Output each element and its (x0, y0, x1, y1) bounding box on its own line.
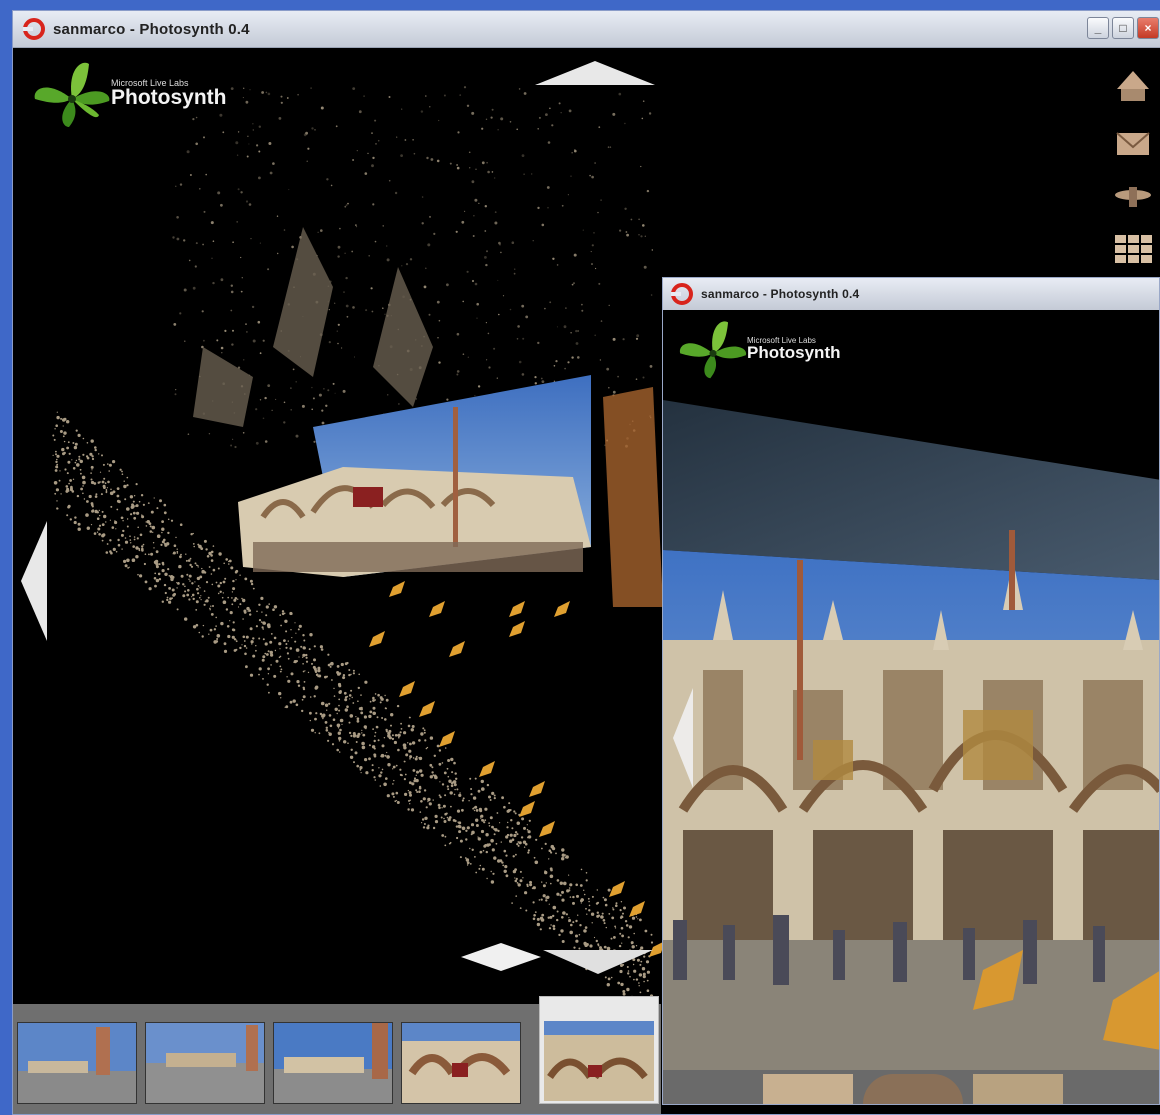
logo-name-2: Photosynth (747, 342, 841, 362)
thumbnail-5-selected[interactable] (539, 996, 659, 1104)
logo-name: Photosynth (111, 86, 227, 109)
thumbnail-2-2[interactable] (863, 1074, 963, 1104)
envelope-icon[interactable] (1113, 121, 1153, 161)
photo-canvas (663, 310, 1159, 1070)
move-left-arrow-2[interactable] (671, 688, 695, 788)
grid-view-icon[interactable] (1113, 229, 1153, 269)
second-window-title: sanmarco - Photosynth 0.4 (701, 287, 860, 301)
maximize-button[interactable]: □ (1112, 17, 1134, 39)
view-mode-toolbar (1111, 67, 1155, 269)
leaf-logo-icon-2 (679, 321, 747, 379)
second-window: sanmarco - Photosynth 0.4 Microsoft Live… (662, 277, 1160, 1105)
photosynth-logo: Microsoft Live Labs Photosynth (27, 59, 227, 129)
thumbnail-3[interactable] (273, 1022, 393, 1104)
window-controls: _ □ × (1087, 17, 1159, 39)
minimize-button[interactable]: _ (1087, 17, 1109, 39)
second-titlebar[interactable]: sanmarco - Photosynth 0.4 (663, 278, 1159, 311)
thumbnail-strip-2 (663, 1070, 1159, 1104)
thumbnail-strip (13, 996, 661, 1114)
point-cloud-canvas (52, 86, 665, 1007)
move-down-arrow[interactable] (543, 946, 653, 976)
floating-photo[interactable] (238, 375, 591, 577)
photosynth-logo-2: Microsoft Live Labs Photosynth (673, 318, 841, 380)
thumbnail-2-1[interactable] (763, 1074, 853, 1104)
close-button[interactable]: × (1137, 17, 1159, 39)
move-forward-arrow[interactable] (535, 59, 655, 89)
overhead-view-icon[interactable] (1113, 175, 1153, 215)
leaf-logo-icon (34, 62, 110, 127)
move-back-arrow[interactable] (461, 943, 541, 973)
photo-viewport[interactable] (663, 310, 1159, 1070)
thumbnail-1[interactable] (17, 1022, 137, 1104)
photosynth-app-icon-2[interactable] (671, 283, 693, 305)
main-titlebar[interactable]: sanmarco - Photosynth 0.4 _ □ × (13, 11, 1160, 48)
thumbnail-4[interactable] (401, 1022, 521, 1104)
thumbnail-2-3[interactable] (973, 1074, 1063, 1104)
move-left-arrow[interactable] (19, 521, 49, 641)
photosynth-app-icon[interactable] (23, 18, 45, 40)
thumbnail-2[interactable] (145, 1022, 265, 1104)
halo-view-icon[interactable] (1113, 67, 1153, 107)
main-window-title: sanmarco - Photosynth 0.4 (53, 20, 250, 38)
